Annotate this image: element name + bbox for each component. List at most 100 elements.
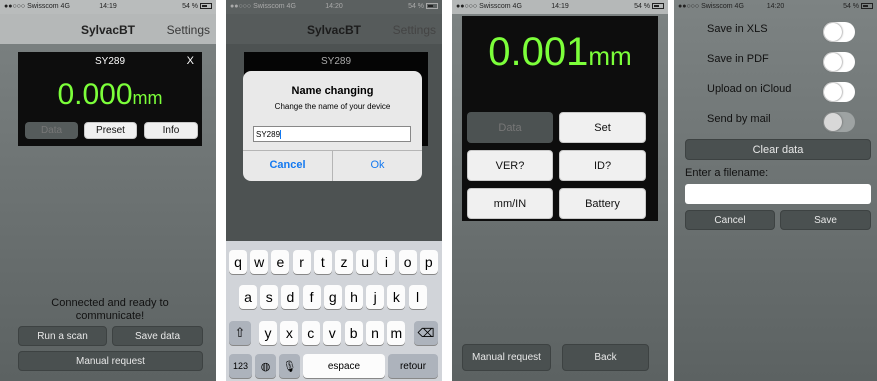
key-s[interactable]: s	[260, 285, 279, 309]
shift-icon: ⇧	[234, 325, 246, 340]
key-z[interactable]: z	[335, 250, 353, 274]
reading-display: 0.000mm	[18, 78, 202, 112]
save-button[interactable]: Save	[780, 210, 871, 230]
dialog-ok-button[interactable]: Ok	[333, 159, 422, 171]
key-v[interactable]: v	[323, 321, 342, 345]
battery-icon	[200, 3, 212, 10]
reading-display: 0.001mm	[462, 30, 658, 75]
screen-main: ●●○○○ Swisscom 4G 14:19 54 % SylvacBT Se…	[0, 0, 216, 381]
save-pdf-toggle[interactable]	[823, 52, 855, 72]
send-mail-label: Send by mail	[707, 113, 771, 125]
name-input[interactable]: SY289	[253, 126, 411, 142]
battery-indicator: 54 %	[182, 3, 212, 10]
settings-link[interactable]: Settings	[393, 23, 436, 37]
key-b[interactable]: b	[344, 321, 363, 345]
status-bar: ●●○○○ Swisscom 4G 14:20 54 %	[674, 0, 877, 14]
key-f[interactable]: f	[302, 285, 321, 309]
globe-key[interactable]: ◍	[255, 354, 276, 378]
reading-value: 0.000	[57, 78, 133, 111]
clear-data-button[interactable]: Clear data	[685, 139, 871, 160]
save-data-button[interactable]: Save data	[112, 326, 203, 346]
nav-bar: SylvacBT Settings	[226, 14, 442, 44]
dialog-title: Name changing	[291, 85, 374, 97]
space-key[interactable]: espace	[303, 354, 385, 378]
key-d[interactable]: d	[281, 285, 300, 309]
key-r[interactable]: r	[292, 250, 311, 274]
key-i[interactable]: i	[377, 250, 396, 274]
rename-dialog: Name changing Change the name of your de…	[243, 71, 422, 181]
key-p[interactable]: p	[419, 250, 438, 274]
battery-indicator: 54 %	[843, 3, 873, 10]
shift-key[interactable]: ⇧	[229, 321, 251, 345]
keyboard: qwertzuiop asdfghjkl yxcvbnm ⇧ ⌫ 123 ◍ 🎙…	[226, 241, 442, 381]
run-scan-button[interactable]: Run a scan	[18, 326, 107, 346]
reading-value: 0.001	[488, 30, 589, 74]
reading-unit: mm	[132, 88, 163, 108]
key-u[interactable]: u	[356, 250, 375, 274]
name-input-value: SY289	[256, 130, 281, 139]
filename-label: Enter a filename:	[685, 167, 769, 179]
dialog-cancel-button[interactable]: Cancel	[243, 159, 332, 171]
battery-button[interactable]: Battery	[559, 188, 646, 219]
id-button[interactable]: ID?	[559, 150, 646, 181]
status-bar: ●●○○○ Swisscom 4G 14:19 54 %	[452, 0, 668, 14]
tab-data[interactable]: Data	[25, 122, 78, 139]
nav-bar: SylvacBT Settings	[0, 14, 216, 44]
battery-indicator: 54 %	[634, 3, 664, 10]
key-q[interactable]: q	[229, 250, 247, 274]
key-c[interactable]: c	[301, 321, 320, 345]
battery-icon	[426, 3, 438, 10]
manual-request-button[interactable]: Manual request	[18, 351, 203, 371]
tab-info[interactable]: Info	[144, 122, 198, 139]
dialog-message: Change the name of your device	[274, 102, 391, 111]
screen-rename: ●●○○○ Swisscom 4G 14:20 54 % SylvacBT Se…	[226, 0, 442, 381]
microphone-icon: 🎙	[282, 360, 297, 373]
send-mail-toggle[interactable]	[823, 112, 855, 132]
data-button[interactable]: Data	[467, 112, 553, 143]
unit-toggle-button[interactable]: mm/IN	[467, 188, 553, 219]
connection-status: Connected and ready to communicate!	[51, 297, 169, 322]
key-x[interactable]: x	[280, 321, 299, 345]
key-m[interactable]: m	[387, 321, 406, 345]
tab-preset[interactable]: Preset	[84, 122, 137, 139]
save-xls-toggle[interactable]	[823, 22, 855, 42]
screen-save: ●●○○○ Swisscom 4G 14:20 54 % Save in XLS…	[674, 0, 877, 381]
save-pdf-label: Save in PDF	[707, 53, 769, 65]
upload-icloud-toggle[interactable]	[823, 82, 855, 102]
backspace-key[interactable]: ⌫	[414, 321, 438, 345]
key-l[interactable]: l	[408, 285, 427, 309]
save-xls-label: Save in XLS	[707, 23, 768, 35]
return-key[interactable]: retour	[388, 354, 438, 378]
key-y[interactable]: y	[259, 321, 277, 345]
key-g[interactable]: g	[323, 285, 342, 309]
backspace-icon: ⌫	[417, 326, 435, 340]
key-o[interactable]: o	[398, 250, 417, 274]
microphone-key[interactable]: 🎙	[279, 354, 300, 378]
reading-unit: mm	[588, 41, 632, 71]
close-icon[interactable]: X	[187, 55, 194, 67]
key-a[interactable]: a	[239, 285, 257, 309]
cancel-button[interactable]: Cancel	[685, 210, 775, 230]
device-name: SY289	[320, 56, 352, 67]
key-t[interactable]: t	[313, 250, 332, 274]
text-cursor	[280, 130, 282, 140]
status-bar: ●●○○○ Swisscom 4G 14:19 54 %	[0, 0, 216, 14]
globe-icon: ◍	[260, 360, 271, 373]
filename-input[interactable]	[685, 184, 871, 204]
key-n[interactable]: n	[366, 321, 384, 345]
back-button[interactable]: Back	[562, 344, 649, 371]
battery-indicator: 54 %	[408, 3, 438, 10]
battery-icon	[861, 3, 873, 10]
settings-link[interactable]: Settings	[167, 23, 210, 37]
set-button[interactable]: Set	[559, 112, 646, 143]
key-k[interactable]: k	[387, 285, 406, 309]
screen-commands: ●●○○○ Swisscom 4G 14:19 54 % 0.001mm Dat…	[452, 0, 668, 381]
key-e[interactable]: e	[271, 250, 290, 274]
key-j[interactable]: j	[366, 285, 385, 309]
status-bar: ●●○○○ Swisscom 4G 14:20 54 %	[226, 0, 442, 14]
key-w[interactable]: w	[250, 250, 269, 274]
manual-request-button[interactable]: Manual request	[462, 344, 551, 371]
numbers-key[interactable]: 123	[229, 354, 252, 378]
version-button[interactable]: VER?	[467, 150, 553, 181]
key-h[interactable]: h	[345, 285, 363, 309]
